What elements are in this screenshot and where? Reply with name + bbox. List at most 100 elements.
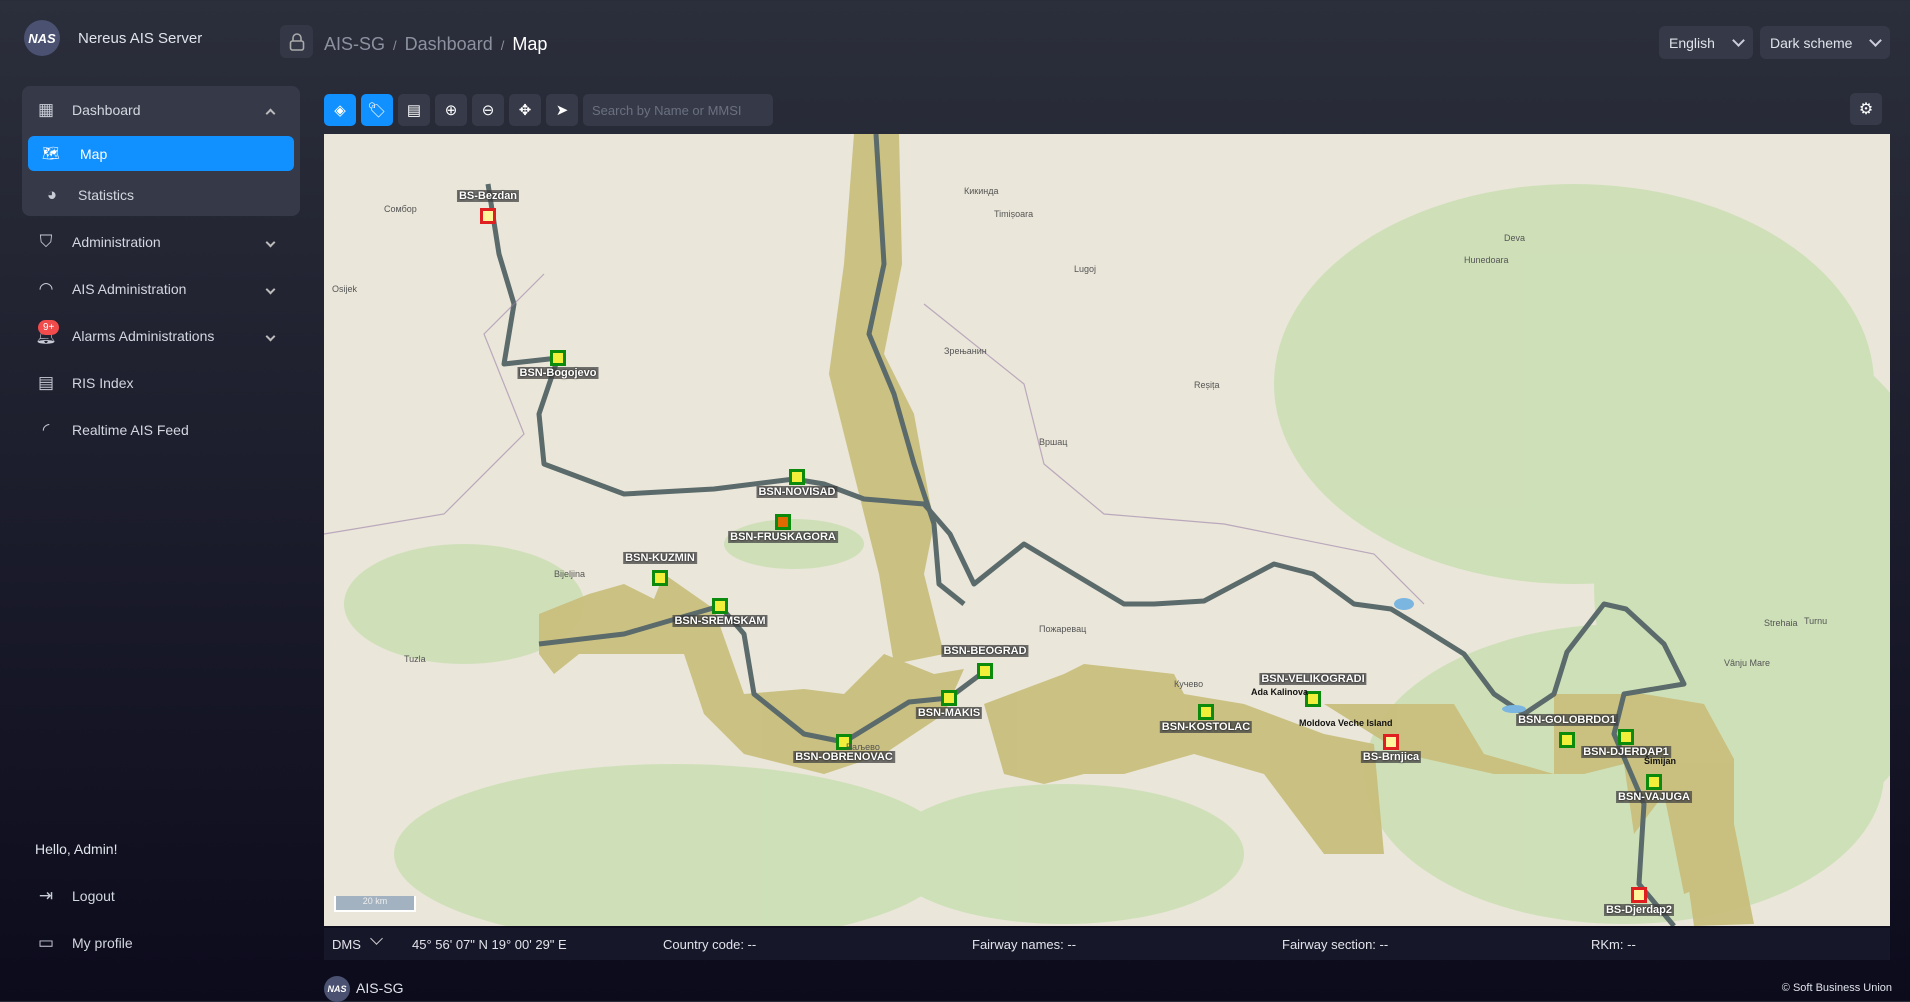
map-settings-button[interactable]: ⚙: [1850, 93, 1882, 125]
sidebar-item-dashboard[interactable]: ▦ Dashboard: [34, 100, 292, 120]
station-label: BSN-OBRENOVAC: [793, 751, 895, 763]
wifi-icon: ◠: [38, 279, 54, 298]
labels-button[interactable]: 🏷︎: [361, 94, 393, 126]
table-button[interactable]: ▤: [398, 94, 430, 126]
chevron-down-icon[interactable]: [370, 932, 383, 945]
sidebar-item-ais-administration[interactable]: ◠ AIS Administration: [34, 279, 292, 299]
town-label: Кучево: [1174, 679, 1204, 689]
map-icon: 🗺︎: [42, 145, 60, 161]
chevron-up-icon: [265, 108, 276, 119]
footer-app-name: AIS-SG: [356, 980, 404, 996]
town-label: Deva: [1504, 233, 1526, 243]
station-marker[interactable]: [789, 469, 805, 485]
station-marker[interactable]: [775, 514, 791, 530]
copyright: © Soft Business Union: [1781, 982, 1892, 994]
map-view[interactable]: BS-Bezdan BSN-Bogojevo BSN-NOVISAD BSN-FRUS…: [324, 134, 1890, 926]
island-label: Šimijan: [1644, 756, 1677, 766]
town-label: Зрењанин: [944, 346, 987, 356]
sidebar-item-statistics[interactable]: ◕ Statistics: [40, 185, 298, 205]
town-label: Lugoj: [1074, 264, 1097, 274]
my-profile-link[interactable]: ▭ My profile: [34, 933, 292, 953]
sidebar-item-label: Statistics: [78, 187, 135, 203]
station-marker[interactable]: [652, 570, 668, 586]
sidebar-item-ris-index[interactable]: ▤ RIS Index: [34, 373, 292, 393]
station-marker[interactable]: [1646, 774, 1662, 790]
station-label: BSN-BEOGRAD: [941, 645, 1029, 657]
breadcrumb-ais-sg[interactable]: AIS-SG: [324, 34, 385, 54]
zoom-out-button[interactable]: ⊖: [472, 94, 504, 126]
sidebar-item-realtime-ais-feed[interactable]: ◜ Realtime AIS Feed: [34, 420, 292, 440]
station-label: BSN-VELIKOGRADI: [1259, 673, 1367, 685]
town-label: Ваљево: [846, 742, 880, 752]
language-select[interactable]: English: [1659, 26, 1753, 59]
lock-icon: [289, 32, 304, 51]
solar-panel-icon: ▦: [37, 100, 55, 119]
island-label: Ada Kalinova: [1251, 687, 1309, 697]
select-button[interactable]: ➤: [546, 94, 578, 126]
station-marker[interactable]: [1383, 734, 1399, 750]
rkm: RKm: --: [1591, 936, 1636, 952]
station-marker[interactable]: [1618, 729, 1634, 745]
lock-button[interactable]: [280, 25, 313, 58]
station-label: BSN-MAKIS: [915, 707, 983, 719]
pie-chart-icon: ◕: [46, 185, 58, 204]
zoom-in-icon: ⊕: [444, 102, 458, 119]
station-label: BS-Djerdap2: [1603, 904, 1675, 916]
sidebar-item-alarms-administrations[interactable]: 🔔︎ Alarms Administrations: [34, 326, 292, 346]
town-label: Timișoara: [994, 209, 1034, 219]
gears-icon: ⚙: [1858, 101, 1874, 118]
station-marker[interactable]: [1631, 887, 1647, 903]
pointer-icon: ➤: [555, 102, 569, 119]
fairway-section: Fairway section: --: [1282, 936, 1389, 952]
town-label: Пожаревац: [1039, 624, 1087, 634]
station-label: BSN-KUZMIN: [623, 552, 697, 564]
town-label: Strehaia: [1764, 618, 1798, 628]
station-marker[interactable]: [550, 350, 566, 366]
station-marker[interactable]: [941, 690, 957, 706]
layers-button[interactable]: ◈: [324, 94, 356, 126]
station-marker[interactable]: [712, 598, 728, 614]
station-label: BS-Brnjica: [1360, 751, 1422, 763]
station-marker[interactable]: [1559, 732, 1575, 748]
town-label: Turnu: [1804, 616, 1828, 626]
fairway-names: Fairway names: --: [972, 936, 1077, 952]
id-card-icon: ▭: [37, 933, 55, 952]
coord-format-select[interactable]: DMS: [332, 937, 361, 952]
scheme-value: Dark scheme: [1770, 34, 1853, 51]
station-marker[interactable]: [1198, 704, 1214, 720]
app-title: Nereus AIS Server: [78, 30, 203, 47]
logout-link[interactable]: ⇥ Logout: [34, 886, 292, 906]
town-label: Сомбор: [384, 204, 417, 214]
sidebar-item-label: AIS Administration: [72, 281, 187, 297]
sidebar-item-administration[interactable]: ⛉ Administration: [34, 232, 292, 252]
shield-icon: ⛉: [39, 232, 53, 251]
sidebar-item-map[interactable]: 🗺︎ Map: [28, 136, 294, 171]
breadcrumb-dashboard[interactable]: Dashboard: [405, 34, 493, 54]
island-label: Moldova Veche Island: [1299, 718, 1393, 728]
town-label: Reșița: [1194, 380, 1220, 390]
station-marker[interactable]: [480, 208, 496, 224]
my-profile-label: My profile: [72, 935, 133, 951]
move-icon: ✥: [518, 102, 532, 119]
zoom-in-button[interactable]: ⊕: [435, 94, 467, 126]
scale-bar: 20 km: [334, 896, 416, 912]
map-base: [324, 134, 1890, 926]
breadcrumb-map: Map: [512, 34, 548, 54]
country-code: Country code: --: [663, 936, 757, 952]
alarm-count-badge: 9+: [38, 320, 60, 335]
pan-button[interactable]: ✥: [509, 94, 541, 126]
scheme-select[interactable]: Dark scheme: [1760, 26, 1890, 59]
zoom-out-icon: ⊖: [481, 102, 495, 119]
search-input[interactable]: [583, 94, 773, 126]
language-value: English: [1669, 34, 1715, 51]
town-label: Кикинда: [964, 186, 999, 196]
town-label: Bijeljina: [554, 569, 586, 579]
station-label: BS-Bezdan: [456, 190, 520, 202]
coordinates: 45° 56' 07" N 19° 00' 29" E: [412, 936, 567, 952]
station-label: BSN-VAJUGA: [1616, 791, 1692, 803]
greeting: Hello, Admin!: [35, 841, 118, 857]
logout-icon: ⇥: [38, 886, 54, 905]
town-label: Вршац: [1039, 437, 1068, 447]
town-label: Hunedoara: [1464, 255, 1509, 265]
station-marker[interactable]: [977, 663, 993, 679]
